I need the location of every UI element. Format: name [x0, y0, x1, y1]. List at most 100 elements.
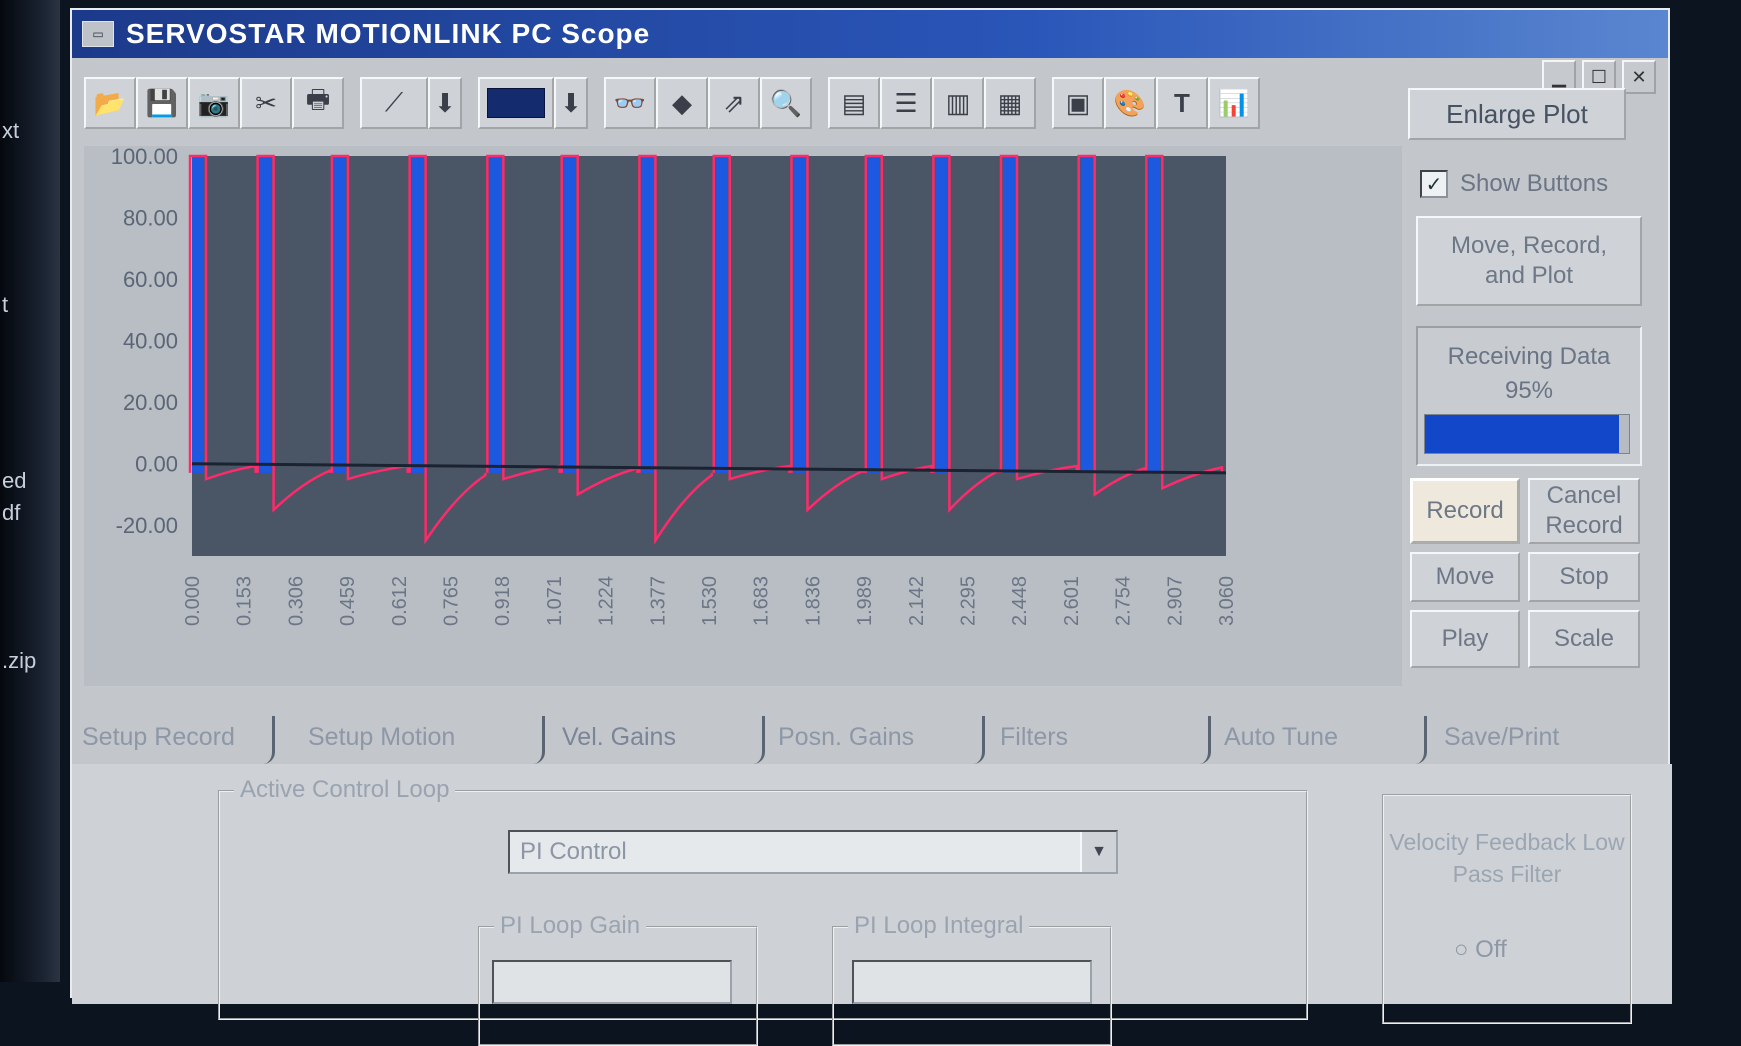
axes-button[interactable]: 📊	[1208, 77, 1260, 129]
tab-label: Setup Record	[82, 722, 235, 751]
grid-button[interactable]: ▣	[1052, 77, 1104, 129]
show-buttons-checkbox[interactable]: ✓	[1420, 170, 1448, 198]
color-dropdown[interactable]: ⬇	[554, 77, 588, 129]
filter-off-label: Off	[1475, 936, 1507, 963]
radio-icon: ○	[1454, 936, 1476, 963]
control-loop-select[interactable]: PI Control ▼	[508, 830, 1118, 874]
move-record-plot-button[interactable]: Move, Record, and Plot	[1416, 216, 1642, 306]
y-tick-label: 100.00	[111, 146, 178, 169]
page-button[interactable]: ▤	[828, 77, 880, 129]
scope-chart: 100.00 80.00 60.00 40.00 20.00 0.00 -20.00 0.00…	[111, 146, 1238, 626]
velocity-pulse	[489, 156, 502, 473]
diamond-icon: ◆	[672, 87, 692, 118]
tab-separator	[972, 716, 985, 764]
velocity-pulse	[259, 156, 272, 473]
background-text-fragment: df	[2, 500, 21, 525]
maximize-icon: ☐	[1590, 66, 1608, 87]
stop-button[interactable]: Stop	[1528, 552, 1640, 602]
palette-button[interactable]: 🎨	[1104, 77, 1156, 129]
move-button[interactable]: Move	[1410, 552, 1520, 602]
play-button[interactable]: Play	[1410, 610, 1520, 668]
x-tick-label: 2.601	[1061, 576, 1083, 626]
window-title: SERVOSTAR MOTIONLINK PC Scope	[126, 18, 651, 49]
record-button[interactable]: Record	[1410, 478, 1520, 544]
tab-separator	[532, 716, 545, 764]
x-tick-label: 1.683	[751, 576, 773, 626]
status-text: Receiving Data 95%	[1418, 340, 1640, 407]
tab-setup-motion[interactable]: Setup Motion	[308, 712, 455, 762]
toolbar: 📂 💾 📷 ✂ 🖶 ⟋ ⬇ ⬇ 👓 ◆ ⇗ 🔍 ▤ ☰ ▥ ▦ ▣ �	[84, 72, 1276, 134]
tab-setup-record[interactable]: Setup Record	[82, 712, 235, 762]
grid-abc-icon: ▣	[1065, 87, 1091, 118]
tab-label: Vel. Gains	[562, 722, 676, 751]
x-tick-label: 0.153	[234, 576, 256, 626]
view-button[interactable]: 👓	[604, 77, 656, 129]
y-tick-label: 80.00	[123, 206, 178, 231]
background-text-fragment: xt	[2, 118, 20, 143]
velocity-pulse	[867, 156, 880, 473]
cut-button[interactable]: ✂	[240, 77, 292, 129]
zoom-button[interactable]: 🔍	[760, 77, 812, 129]
line-style-button[interactable]: ⟋	[360, 77, 428, 129]
print-button[interactable]: 🖶	[292, 77, 344, 129]
snapshot-button[interactable]: 📷	[188, 77, 240, 129]
axes-icon: 📊	[1217, 87, 1251, 118]
pi-loop-integral-input[interactable]	[852, 960, 1092, 1004]
control-loop-dropdown-button[interactable]: ▼	[1080, 832, 1116, 872]
x-tick-label: 0.306	[285, 576, 307, 626]
tab-filters[interactable]: Filters	[1000, 712, 1068, 762]
columns-button[interactable]: ▥	[932, 77, 984, 129]
export-button[interactable]: ⇗	[708, 77, 760, 129]
filter-off-radio[interactable]: ○ Off	[1454, 936, 1507, 964]
page-list-icon: ☰	[894, 87, 918, 118]
y-tick-label: -20.00	[116, 513, 178, 538]
tab-posn-gains[interactable]: Posn. Gains	[778, 712, 914, 762]
text-button[interactable]: T	[1156, 77, 1208, 129]
record-label: Record	[1426, 497, 1504, 524]
glasses-icon: 👓	[613, 87, 647, 118]
x-tick-label: 0.918	[492, 576, 514, 626]
line-style-dropdown[interactable]: ⬇	[428, 77, 462, 129]
velocity-pulse	[715, 156, 728, 473]
cancel-record-button[interactable]: Cancel Record	[1528, 478, 1640, 544]
tab-strip: Setup Record Setup Motion Vel. Gains Pos…	[72, 712, 1672, 764]
background-text-fragment: ed	[2, 468, 27, 493]
x-tick-label: 1.071	[544, 576, 566, 626]
show-buttons-option[interactable]: ✓ Show Buttons	[1420, 170, 1608, 198]
close-button[interactable]: ✕	[1622, 60, 1656, 94]
enlarge-plot-button[interactable]: Enlarge Plot	[1408, 88, 1626, 140]
title-bar[interactable]: ▭ SERVOSTAR MOTIONLINK PC Scope	[72, 10, 1668, 58]
open-icon: 📂	[93, 87, 127, 118]
print-icon: 🖶	[305, 84, 331, 114]
marker-button[interactable]: ◆	[656, 77, 708, 129]
x-tick-label: 2.754	[1113, 576, 1135, 626]
camera-icon: 📷	[197, 87, 231, 118]
x-tick-label: 0.459	[337, 576, 359, 626]
tab-vel-gains[interactable]: Vel. Gains	[562, 712, 676, 762]
progress-fill	[1425, 415, 1619, 453]
save-button[interactable]: 💾	[136, 77, 188, 129]
active-control-loop-group: Active Control Loop	[218, 776, 1308, 1020]
play-label: Play	[1441, 625, 1489, 652]
open-button[interactable]: 📂	[84, 77, 136, 129]
page-list-button[interactable]: ☰	[880, 77, 932, 129]
scope-plot[interactable]: 100.00 80.00 60.00 40.00 20.00 0.00 -20.00 0.00…	[84, 146, 1402, 686]
color-button[interactable]	[478, 77, 554, 129]
checkmark-icon: ✓	[1425, 173, 1443, 196]
dropdown-arrow-icon: ▼	[1091, 843, 1107, 860]
rows-button[interactable]: ▦	[984, 77, 1036, 129]
tab-auto-tune[interactable]: Auto Tune	[1224, 712, 1338, 762]
velocity-pulse	[1080, 156, 1093, 473]
text-icon: T	[1174, 87, 1190, 118]
dropdown-arrow-icon: ⬇	[560, 87, 582, 118]
tab-label: Auto Tune	[1224, 722, 1338, 751]
x-tick-label: 3.060	[1216, 576, 1238, 626]
zoom-icon: 🔍	[769, 87, 803, 118]
pi-loop-gain-input[interactable]	[492, 960, 732, 1004]
velocity-feedback-filter-label: Velocity Feedback Low Pass Filter	[1389, 829, 1625, 888]
scale-button[interactable]: Scale	[1528, 610, 1640, 668]
export-icon: ⇗	[723, 87, 745, 118]
tab-save-print[interactable]: Save/Print	[1444, 712, 1559, 762]
pi-loop-gain-legend: PI Loop Gain	[494, 912, 647, 940]
tab-separator	[1198, 716, 1211, 764]
